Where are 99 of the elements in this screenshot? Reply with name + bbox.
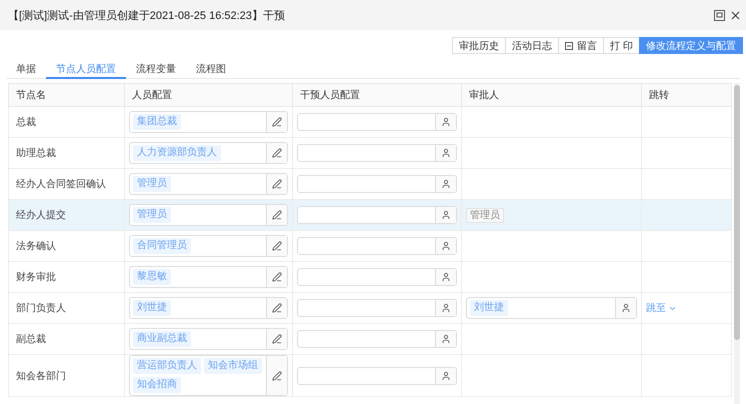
message-icon xyxy=(565,42,574,50)
pencil-icon xyxy=(272,117,282,127)
edit-button[interactable] xyxy=(266,298,287,318)
user-icon xyxy=(441,303,451,313)
edit-button[interactable] xyxy=(266,112,287,132)
staff-field[interactable]: 黎思敏 xyxy=(129,266,288,288)
column-header: 干预人员配置 xyxy=(292,84,462,106)
node-name: 经办人合同签回确认 xyxy=(15,179,106,190)
staff-field[interactable]: 营运部负责人 知会市场组 知会招商 xyxy=(129,355,288,396)
intervention-field[interactable] xyxy=(297,330,457,348)
person-tag: 营运部负责人 xyxy=(133,358,201,374)
pencil-icon xyxy=(272,210,282,220)
node-name: 副总裁 xyxy=(15,334,46,345)
pencil-icon xyxy=(272,148,282,158)
pencil-icon xyxy=(272,241,282,251)
node-name: 部门负责人 xyxy=(15,303,66,314)
edit-button[interactable] xyxy=(266,143,287,163)
user-icon xyxy=(441,370,451,380)
tab[interactable]: 节点人员配置 xyxy=(46,60,126,79)
person-tag: 刘世捷 xyxy=(133,300,171,316)
scrollbar-thumb[interactable] xyxy=(734,85,740,340)
pencil-icon xyxy=(272,272,282,282)
node-name: 知会各部门 xyxy=(15,370,66,382)
column-header: 节点名 xyxy=(8,84,124,106)
user-picker-button[interactable] xyxy=(435,145,456,161)
close-icon[interactable] xyxy=(729,8,742,22)
toolbar-button[interactable]: 打 印 xyxy=(603,37,640,54)
user-icon xyxy=(441,272,451,282)
user-picker-button[interactable] xyxy=(435,207,456,223)
person-tag: 刘世捷 xyxy=(470,300,508,316)
user-icon xyxy=(441,179,451,189)
user-picker-button[interactable] xyxy=(435,176,456,192)
user-picker-button[interactable] xyxy=(435,331,456,347)
staff-field[interactable]: 刘世捷 xyxy=(129,297,288,319)
user-icon xyxy=(621,303,631,313)
node-name: 财务审批 xyxy=(15,272,56,283)
toolbar-button[interactable]: 审批历史 xyxy=(452,37,506,54)
restore-window-icon[interactable] xyxy=(714,10,725,20)
user-picker-button[interactable] xyxy=(435,114,456,130)
column-header: 跳转 xyxy=(642,84,732,106)
person-tag: 知会招商 xyxy=(133,377,181,393)
pencil-icon xyxy=(272,179,282,189)
tab[interactable]: 流程图 xyxy=(186,60,236,79)
staff-field[interactable]: 人力资源部负责人 xyxy=(129,142,288,164)
user-picker-button[interactable] xyxy=(615,298,636,318)
tab[interactable]: 单据 xyxy=(6,60,46,79)
node-name: 经办人提交 xyxy=(15,210,66,221)
column-header: 人员配置 xyxy=(124,84,292,106)
intervention-field[interactable] xyxy=(297,366,457,384)
edit-button[interactable] xyxy=(266,329,287,349)
person-tag: 管理员 xyxy=(133,207,171,223)
pencil-icon xyxy=(272,334,282,344)
staff-field[interactable]: 管理员 xyxy=(129,204,288,226)
pencil-icon xyxy=(272,303,282,313)
person-tag: 合同管理员 xyxy=(133,238,191,254)
approver-tag: 管理员 xyxy=(466,208,504,223)
staff-field[interactable]: 集团总裁 xyxy=(129,111,288,133)
person-tag: 管理员 xyxy=(133,176,171,192)
staff-field[interactable]: 商业副总裁 xyxy=(129,328,288,350)
person-tag: 集团总裁 xyxy=(133,114,181,130)
intervention-field[interactable] xyxy=(297,175,457,193)
edit-button[interactable] xyxy=(266,267,287,287)
user-picker-button[interactable] xyxy=(435,269,456,285)
intervention-field[interactable] xyxy=(297,144,457,162)
intervention-field[interactable] xyxy=(297,206,457,224)
node-name: 法务确认 xyxy=(15,241,56,252)
person-tag: 知会市场组 xyxy=(204,358,262,374)
approver-field[interactable]: 刘世捷 xyxy=(466,297,637,319)
edit-button[interactable] xyxy=(266,236,287,256)
tab[interactable]: 流程变量 xyxy=(126,60,186,79)
user-icon xyxy=(441,117,451,127)
user-picker-button[interactable] xyxy=(435,238,456,254)
user-picker-button[interactable] xyxy=(435,368,456,384)
intervention-field[interactable] xyxy=(297,237,457,255)
toolbar-button[interactable]: 留言 xyxy=(558,37,604,54)
intervention-field[interactable] xyxy=(297,113,457,131)
staff-field[interactable]: 管理员 xyxy=(129,173,288,195)
edit-button[interactable] xyxy=(266,174,287,194)
user-picker-button[interactable] xyxy=(435,300,456,316)
person-tag: 黎思敏 xyxy=(133,269,171,285)
column-header: 审批人 xyxy=(462,84,642,106)
node-name: 总裁 xyxy=(15,117,36,128)
staff-field[interactable]: 合同管理员 xyxy=(129,235,288,257)
user-icon xyxy=(441,241,451,251)
edit-button[interactable] xyxy=(266,205,287,225)
user-icon xyxy=(441,210,451,220)
edit-button[interactable] xyxy=(266,356,287,395)
user-icon xyxy=(441,148,451,158)
intervention-field[interactable] xyxy=(297,299,457,317)
person-tag: 人力资源部负责人 xyxy=(133,145,221,161)
pencil-icon xyxy=(272,370,282,380)
jump-link[interactable]: 跳至 xyxy=(646,301,677,315)
user-icon xyxy=(441,334,451,344)
toolbar-button[interactable]: 活动日志 xyxy=(505,37,560,54)
person-tag: 商业副总裁 xyxy=(133,331,191,347)
node-name: 助理总裁 xyxy=(15,148,56,159)
toolbar-button[interactable]: 修改流程定义与配置 xyxy=(639,37,743,54)
intervention-field[interactable] xyxy=(297,268,457,286)
window-title: 【[测试]测试-由管理员创建于2021-08-25 16:52:23】干预 xyxy=(8,8,285,22)
